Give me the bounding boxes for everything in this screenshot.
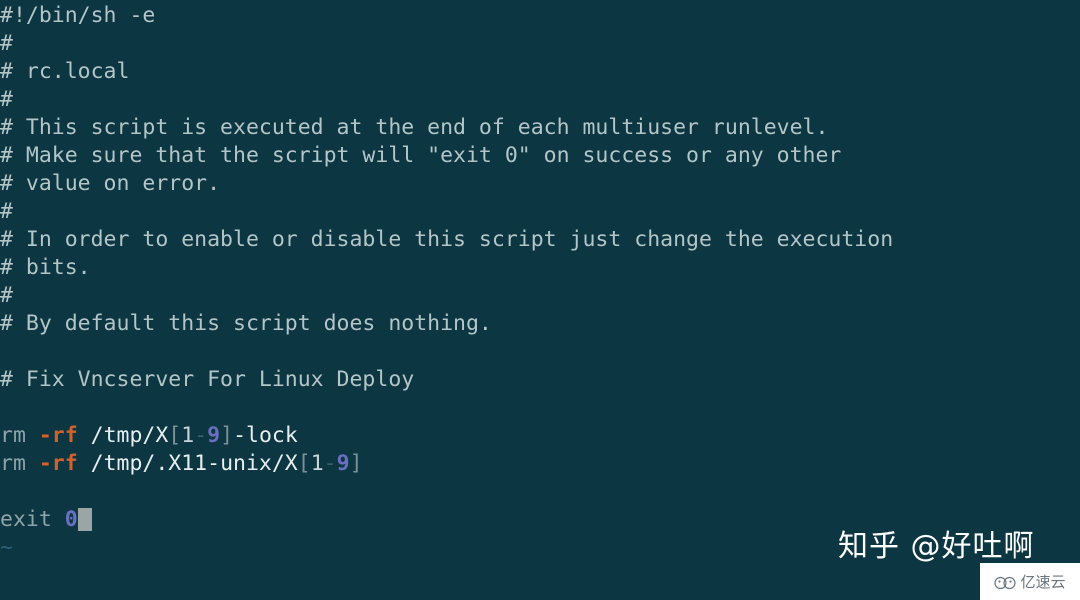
yisu-logo-watermark: 亿速云 xyxy=(980,563,1080,600)
token-range-nine: 9 xyxy=(207,423,221,448)
token-range-dash: - xyxy=(194,423,208,448)
token-bracket-close: ] xyxy=(220,423,234,448)
code-text: # xyxy=(0,87,13,112)
code-text: # xyxy=(0,199,13,224)
code-line: # value on error. xyxy=(0,170,1080,198)
code-text: # xyxy=(0,31,13,56)
code-text: # By default this script does nothing. xyxy=(0,311,492,336)
text-cursor xyxy=(77,508,92,531)
token-bracket-close: ] xyxy=(349,451,363,476)
terminal-screen: #!/bin/sh -e # # rc.local # # This scrip… xyxy=(0,0,1080,600)
code-text: #!/bin/sh -e xyxy=(0,3,156,28)
token-path-tmp-x: /tmp/X xyxy=(77,423,169,448)
code-text: # This script is executed at the end of … xyxy=(0,115,829,140)
code-line: # Fix Vncserver For Linux Deploy xyxy=(0,366,1080,394)
token-flag-rf: -rf xyxy=(38,423,78,448)
code-line: # Make sure that the script will "exit 0… xyxy=(0,142,1080,170)
vim-editor-buffer[interactable]: #!/bin/sh -e # # rc.local # # This scrip… xyxy=(0,2,1080,562)
code-line: # bits. xyxy=(0,254,1080,282)
code-line: # xyxy=(0,30,1080,58)
token-exit-code: 0 xyxy=(64,507,78,532)
code-line: # By default this script does nothing. xyxy=(0,310,1080,338)
code-text: # rc.local xyxy=(0,59,130,84)
token-range-nine: 9 xyxy=(336,451,350,476)
token-bracket-open: [ xyxy=(297,451,311,476)
code-text: # bits. xyxy=(0,255,91,280)
code-line: #!/bin/sh -e xyxy=(0,2,1080,30)
code-line: # rc.local xyxy=(0,58,1080,86)
token-path-x11-unix: /tmp/.X11-unix/X xyxy=(77,451,298,476)
code-line-rm-unix: rm -rf /tmp/.X11-unix/X[1-9] xyxy=(0,450,1080,478)
cloud-icon xyxy=(994,576,1017,589)
code-line: # xyxy=(0,198,1080,226)
token-bracket-open: [ xyxy=(168,423,182,448)
code-line: # xyxy=(0,86,1080,114)
code-line: # In order to enable or disable this scr… xyxy=(0,226,1080,254)
token-command-rm: rm xyxy=(0,423,26,448)
token-command-rm: rm xyxy=(0,451,26,476)
token-flag-rf: -rf xyxy=(38,451,78,476)
code-text: # Fix Vncserver For Linux Deploy xyxy=(0,367,415,392)
token-keyword-exit: exit xyxy=(0,507,52,532)
token-range-dash: - xyxy=(323,451,337,476)
code-line-rm-lock: rm -rf /tmp/X[1-9]-lock xyxy=(0,422,1080,450)
code-text: # value on error. xyxy=(0,171,221,196)
code-line: # This script is executed at the end of … xyxy=(0,114,1080,142)
token-range-one: 1 xyxy=(181,423,195,448)
vim-empty-line-marker: ~ xyxy=(0,535,13,560)
token-range-one: 1 xyxy=(310,451,324,476)
code-text: # Make sure that the script will "exit 0… xyxy=(0,143,842,168)
zhihu-watermark: 知乎 @好吐啊 xyxy=(838,529,1035,564)
yisu-logo-text: 亿速云 xyxy=(1020,572,1066,591)
token-lock-suffix: -lock xyxy=(233,423,298,448)
code-text: # xyxy=(0,283,13,308)
code-line: # xyxy=(0,282,1080,310)
code-text: # In order to enable or disable this scr… xyxy=(0,227,894,252)
